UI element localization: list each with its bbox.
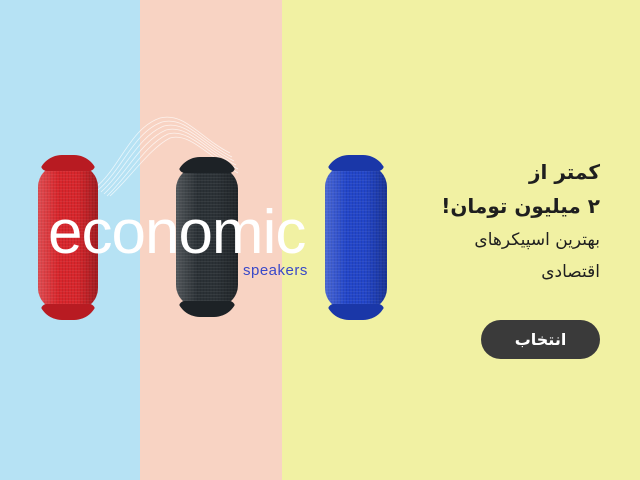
subline-line-1: بهترین اسپیکرهای <box>474 230 600 250</box>
select-button[interactable]: انتخاب <box>481 320 600 359</box>
headline-line-2: ۲ میلیون تومان! <box>441 194 600 218</box>
brand-title: economic <box>48 198 306 267</box>
promo-banner[interactable]: economic speakers کمتر از ۲ میلیون تومان… <box>0 0 640 480</box>
headline-line-1: کمتر از <box>529 160 600 184</box>
brand-subtitle: speakers <box>243 262 308 279</box>
subline-line-2: اقتصادی <box>541 262 600 282</box>
promo-text-block: کمتر از ۲ میلیون تومان! بهترین اسپیکرهای… <box>370 155 600 287</box>
